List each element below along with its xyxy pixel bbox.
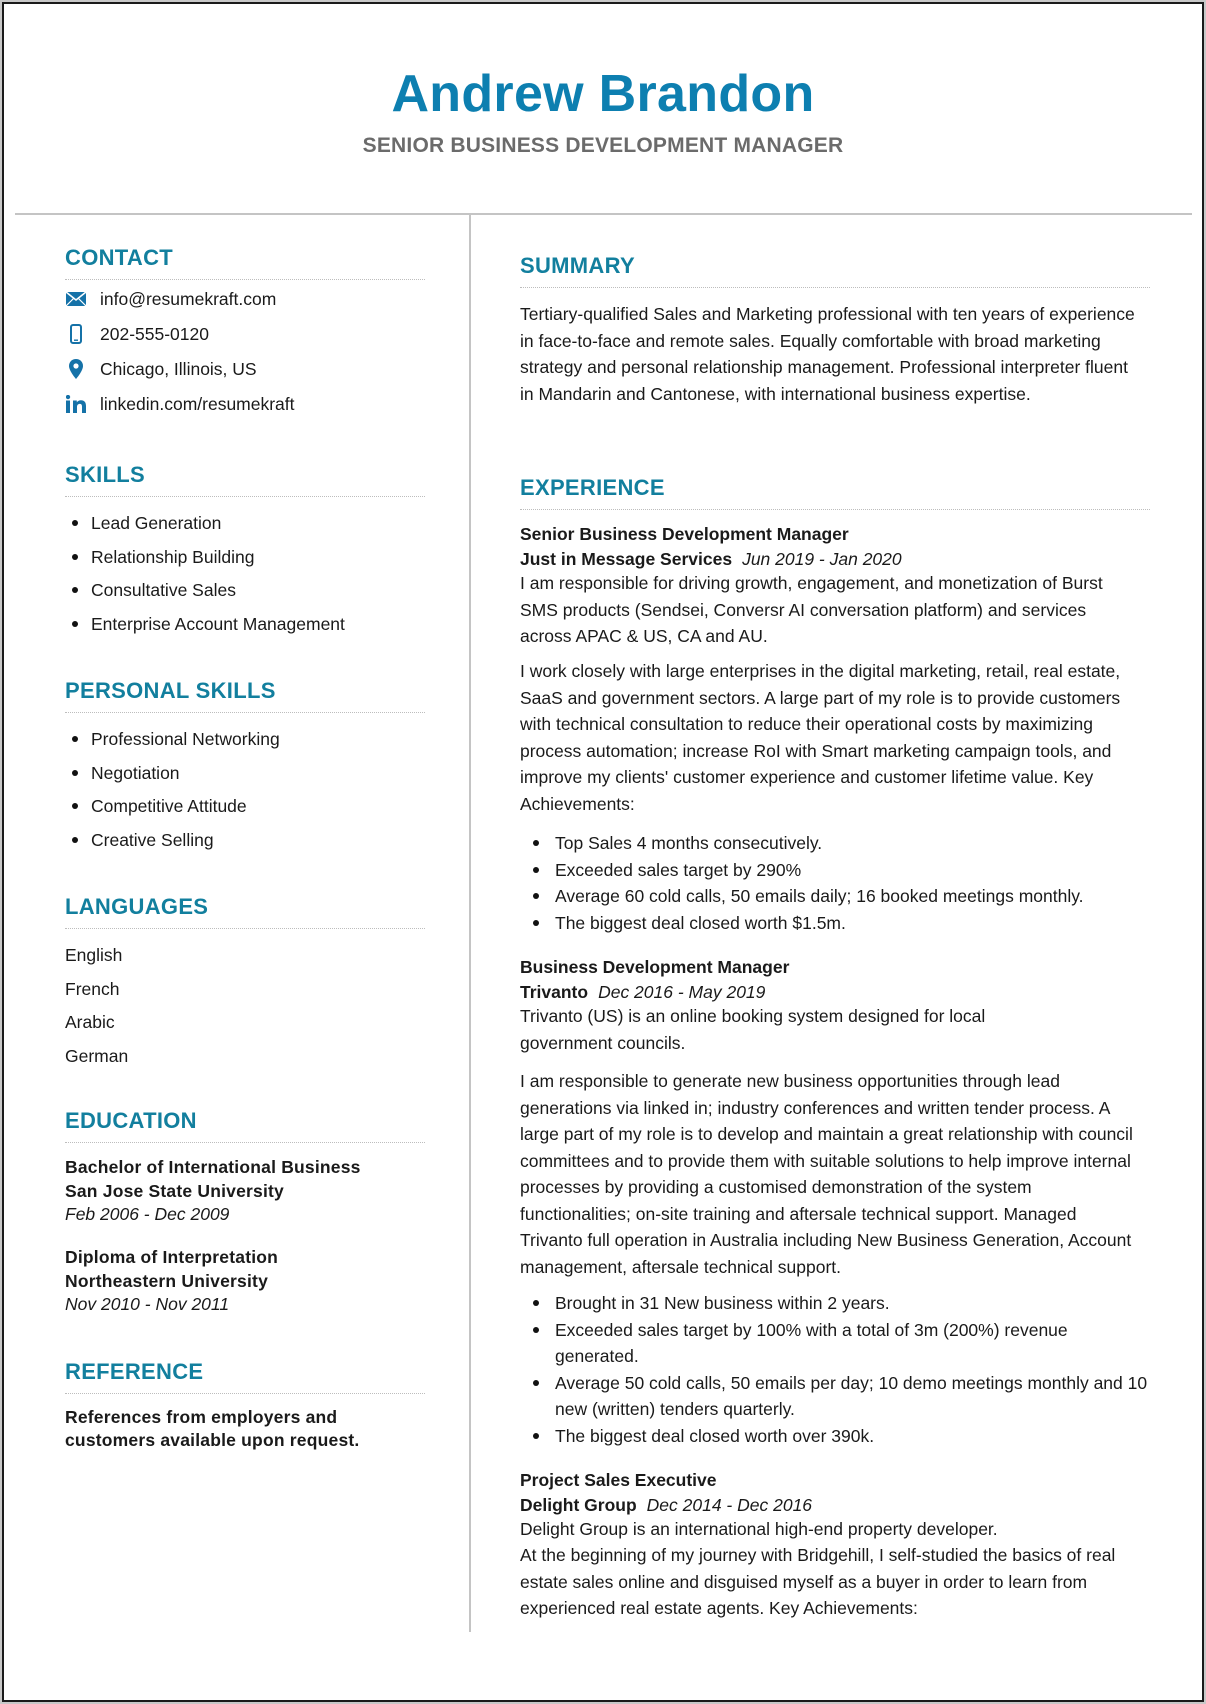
contact-email[interactable]: info@resumekraft.com (65, 287, 276, 311)
reference-heading: REFERENCE (65, 1359, 204, 1384)
reference-rule (65, 1393, 425, 1394)
resume-page: Andrew Brandon SENIOR BUSINESS DEVELOPME… (2, 2, 1204, 1702)
reference-text: References from employers and customers … (65, 1406, 359, 1452)
linkedin-icon (65, 393, 87, 415)
job-description: Delight Group is an international high-e… (520, 1519, 998, 1539)
job-company: Just in Message Services (520, 549, 733, 569)
skills-heading: SKILLS (65, 462, 146, 487)
resume-header: Andrew Brandon SENIOR BUSINESS DEVELOPME… (4, 4, 1202, 217)
job-company-line: Delight Group Dec 2014 - Dec 2016 (520, 1493, 812, 1517)
phone-icon (65, 323, 87, 345)
skills-list: Lead Generation Relationship Building Co… (65, 511, 345, 645)
personal-skill-item: Professional Networking (65, 727, 280, 761)
personal-skill-item: Creative Selling (65, 828, 280, 862)
school-name: Northeastern University (65, 1271, 268, 1291)
education-heading: EDUCATION (65, 1108, 197, 1133)
column-divider (469, 215, 471, 1632)
job-company-line: Just in Message Services Jun 2019 - Jan 2… (520, 547, 902, 571)
achievements-list: Brought in 31 New business within 2 year… (530, 1290, 1150, 1449)
summary-text: Tertiary-qualified Sales and Marketing p… (520, 304, 1135, 404)
job-description: I am responsible to generate new busines… (520, 1071, 1133, 1277)
job-title: Project Sales Executive (520, 1470, 717, 1490)
contact-location-text: Chicago, Illinois, US (100, 358, 257, 379)
degree-name: Bachelor of International Business (65, 1157, 361, 1177)
job-company: Trivanto (520, 982, 589, 1002)
degree-name: Diploma of Interpretation (65, 1247, 279, 1267)
personal-skill-item: Competitive Attitude (65, 794, 280, 828)
job-dates: Dec 2014 - Dec 2016 (646, 1495, 813, 1515)
summary-heading: SUMMARY (520, 253, 635, 278)
experience-rule (520, 509, 1150, 510)
education-rule (65, 1142, 425, 1143)
job-dates: Dec 2016 - May 2019 (598, 982, 766, 1002)
achievement-item: Exceeded sales target by 290% (530, 857, 1150, 884)
languages-rule (65, 928, 425, 929)
languages-heading: LANGUAGES (65, 894, 209, 919)
personal-skills-heading: PERSONAL SKILLS (65, 678, 276, 703)
contact-phone[interactable]: 202-555-0120 (65, 322, 209, 346)
candidate-name: Andrew Brandon (391, 65, 815, 123)
education-entry: Bachelor of International Business San J… (65, 1155, 361, 1225)
job-description: Trivanto (US) is an online booking syste… (520, 1006, 986, 1053)
education-entry: Diploma of Interpretation Northeastern U… (65, 1245, 278, 1315)
language-item: English (65, 945, 123, 965)
job-title: Business Development Manager (520, 957, 790, 977)
skill-item: Lead Generation (65, 511, 345, 545)
contact-location: Chicago, Illinois, US (65, 357, 257, 381)
achievement-item: Brought in 31 New business within 2 year… (530, 1290, 1150, 1317)
school-name: San Jose State University (65, 1181, 284, 1201)
education-dates: Feb 2006 - Dec 2009 (65, 1204, 230, 1224)
contact-phone-text: 202-555-0120 (100, 323, 209, 344)
achievement-item: The biggest deal closed worth $1.5m. (530, 910, 1150, 937)
language-item: French (65, 978, 120, 999)
education-dates: Nov 2010 - Nov 2011 (65, 1294, 230, 1314)
job-company: Delight Group (520, 1495, 637, 1515)
job-description: I am responsible for driving growth, eng… (520, 573, 1103, 646)
location-pin-icon (65, 358, 87, 380)
header-divider (15, 213, 1192, 215)
contact-heading: CONTACT (65, 245, 174, 270)
achievements-list: Top Sales 4 months consecutively. Exceed… (530, 830, 1150, 936)
achievement-item: Average 50 cold calls, 50 emails per day… (530, 1370, 1150, 1423)
skills-rule (65, 496, 425, 497)
contact-rule (65, 279, 425, 280)
job-title: Senior Business Development Manager (520, 524, 849, 544)
skill-item: Relationship Building (65, 545, 345, 579)
contact-linkedin-text: linkedin.com/resumekraft (100, 393, 295, 414)
reference-line: customers available upon request. (65, 1430, 360, 1450)
summary-rule (520, 287, 1150, 288)
contact-email-text: info@resumekraft.com (100, 288, 277, 309)
candidate-title: SENIOR BUSINESS DEVELOPMENT MANAGER (362, 134, 844, 157)
personal-skills-list: Professional Networking Negotiation Comp… (65, 727, 280, 861)
reference-line: References from employers and (65, 1407, 338, 1427)
job-company-line: Trivanto Dec 2016 - May 2019 (520, 980, 765, 1004)
job-description: I work closely with large enterprises in… (520, 661, 1121, 814)
achievement-item: The biggest deal closed worth over 390k. (530, 1423, 1150, 1450)
experience-heading: EXPERIENCE (520, 475, 665, 500)
achievement-item: Exceeded sales target by 100% with a tot… (530, 1317, 1150, 1370)
skill-item: Enterprise Account Management (65, 612, 345, 646)
contact-linkedin[interactable]: linkedin.com/resumekraft (65, 392, 295, 416)
personal-skill-item: Negotiation (65, 761, 280, 795)
job-dates: Jun 2019 - Jan 2020 (742, 549, 902, 569)
personal-skills-rule (65, 712, 425, 713)
language-item: Arabic (65, 1012, 115, 1032)
language-item: German (65, 1045, 129, 1066)
skill-item: Consultative Sales (65, 578, 345, 612)
achievement-item: Top Sales 4 months consecutively. (530, 830, 1150, 857)
achievement-item: Average 60 cold calls, 50 emails daily; … (530, 883, 1150, 910)
job-description: At the beginning of my journey with Brid… (520, 1545, 1116, 1618)
languages-list: English French Arabic German (65, 943, 128, 1077)
envelope-icon (65, 288, 87, 310)
